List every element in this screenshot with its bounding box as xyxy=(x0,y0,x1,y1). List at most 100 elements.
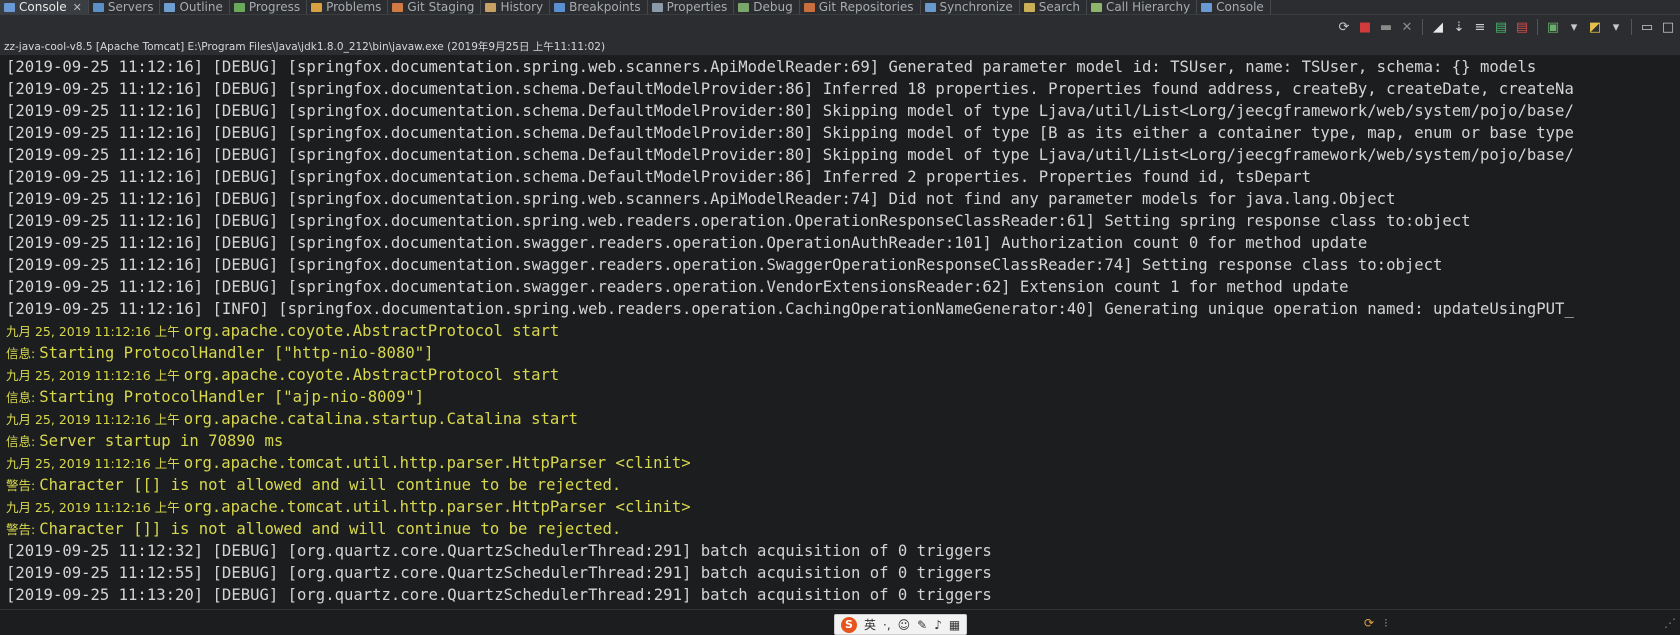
tab-progress[interactable]: Progress xyxy=(230,0,308,14)
console-line: 信息: Starting ProtocolHandler ["ajp-nio-8… xyxy=(0,386,1680,408)
console-icon xyxy=(4,2,15,12)
tab-outline[interactable]: Outline xyxy=(160,0,230,14)
tab-servers[interactable]: Servers xyxy=(89,0,161,14)
tab-label: Breakpoints xyxy=(569,0,641,14)
console-line: [2019-09-25 11:12:16] [DEBUG] [springfox… xyxy=(0,144,1680,166)
voice-icon[interactable]: ♪ xyxy=(934,618,942,632)
call-hierarchy-icon xyxy=(1090,2,1102,12)
open-console-menu-icon[interactable]: ▾ xyxy=(1608,19,1624,35)
console-line-prefix: 警告: xyxy=(6,478,40,493)
show-on-error-icon[interactable]: ▤ xyxy=(1514,19,1530,35)
show-on-output-icon[interactable]: ▤ xyxy=(1493,19,1509,35)
tab-call-hierarchy[interactable]: Call Hierarchy xyxy=(1087,0,1198,14)
tab-label: Progress xyxy=(248,0,301,14)
console-line: [2019-09-25 11:12:32] [DEBUG] [org.quart… xyxy=(0,540,1680,562)
tab-label: Search xyxy=(1038,0,1080,14)
tab-problems[interactable]: Problems xyxy=(307,0,389,14)
console-line-prefix: 九月 25, 2019 11:12:16 上午 xyxy=(6,500,184,515)
tab-console[interactable]: Console ✕ xyxy=(0,0,89,14)
scroll-lock-icon[interactable]: ⇣ xyxy=(1451,19,1467,35)
console-line-prefix: 信息: xyxy=(6,434,40,449)
console-line: [2019-09-25 11:12:16] [DEBUG] [springfox… xyxy=(0,210,1680,232)
tab-synchronize[interactable]: Synchronize xyxy=(921,0,1020,14)
console-line-text: org.apache.tomcat.util.http.parser.HttpP… xyxy=(183,454,691,472)
console-line-text: Starting ProtocolHandler ["ajp-nio-8009"… xyxy=(39,388,425,406)
console-line-text: org.apache.coyote.AbstractProtocol start xyxy=(183,322,560,340)
console-line: [2019-09-25 11:12:16] [INFO] [springfox.… xyxy=(0,298,1680,320)
tab-search[interactable]: Search xyxy=(1020,0,1087,14)
tab-label: Servers xyxy=(107,0,154,14)
toolbar-separator xyxy=(1631,19,1632,35)
servers-icon xyxy=(92,2,104,12)
resize-grip-icon[interactable]: ⋰ xyxy=(1664,616,1676,630)
remove-all-terminated-icon[interactable]: ✕ xyxy=(1399,19,1415,35)
word-wrap-icon[interactable]: ≡ xyxy=(1472,19,1488,35)
console-line-text: [2019-09-25 11:12:16] [INFO] [springfox.… xyxy=(6,300,1574,318)
toolbox-icon[interactable]: ▦ xyxy=(949,618,960,632)
view-tab-bar: Console ✕ Servers Outline Progress Problems Gi… xyxy=(0,0,1680,15)
tab-git-staging[interactable]: Git Staging xyxy=(388,0,482,14)
git-repositories-icon xyxy=(803,2,815,12)
console-line: [2019-09-25 11:12:16] [DEBUG] [springfox… xyxy=(0,254,1680,276)
console-line-text: [2019-09-25 11:12:16] [DEBUG] [springfox… xyxy=(6,278,1349,296)
console-line: 信息: Server startup in 70890 ms xyxy=(0,430,1680,452)
punctuation-icon[interactable]: ·, xyxy=(883,618,891,632)
console-line: 九月 25, 2019 11:12:16 上午 org.apache.catal… xyxy=(0,408,1680,430)
ime-mode-toggle[interactable]: 英 xyxy=(864,616,876,633)
console-line-prefix: 九月 25, 2019 11:12:16 上午 xyxy=(6,368,184,383)
remove-launch-icon[interactable]: ▬ xyxy=(1378,19,1394,35)
tab-breakpoints[interactable]: Breakpoints xyxy=(550,0,648,14)
console-line: 九月 25, 2019 11:12:16 上午 org.apache.tomca… xyxy=(0,496,1680,518)
emoji-icon[interactable]: ☺ xyxy=(898,618,911,632)
console-line-text: [2019-09-25 11:12:16] [DEBUG] [springfox… xyxy=(6,124,1574,142)
console-line: [2019-09-25 11:12:55] [DEBUG] [org.quart… xyxy=(0,562,1680,584)
tab-git-repositories[interactable]: Git Repositories xyxy=(800,0,921,14)
console-line-prefix: 九月 25, 2019 11:12:16 上午 xyxy=(6,456,184,471)
console-line-text: [2019-09-25 11:12:16] [DEBUG] [springfox… xyxy=(6,212,1471,230)
display-selected-console-icon[interactable]: ▾ xyxy=(1566,19,1582,35)
console-line-text: [2019-09-25 11:12:16] [DEBUG] [springfox… xyxy=(6,80,1574,98)
tab-history[interactable]: History xyxy=(481,0,551,14)
console-toolbar: ⟳ ■ ▬ ✕ ◢ ⇣ ≡ ▤ ▤ ▣ ▾ ◩ ▾ ▭ □ xyxy=(0,15,1680,39)
console-line-text: org.apache.coyote.AbstractProtocol start xyxy=(183,366,560,384)
console-line: [2019-09-25 11:12:16] [DEBUG] [springfox… xyxy=(0,78,1680,100)
tab-debug[interactable]: Debug xyxy=(734,0,800,14)
tab-label: Outline xyxy=(179,0,223,14)
sogou-logo-icon[interactable]: S xyxy=(841,616,857,633)
clear-console-icon[interactable]: ◢ xyxy=(1430,19,1446,35)
sync-status-icon[interactable]: ⟳ xyxy=(1364,616,1374,630)
debug-icon xyxy=(738,2,750,12)
console-line-text: [2019-09-25 11:12:32] [DEBUG] [org.quart… xyxy=(6,542,992,560)
minimize-view-icon[interactable]: ▭ xyxy=(1639,19,1655,35)
console-line: [2019-09-25 11:12:16] [DEBUG] [springfox… xyxy=(0,276,1680,298)
tab-label: Debug xyxy=(753,0,793,14)
maximize-view-icon[interactable]: □ xyxy=(1660,19,1676,35)
console-line-text: Server startup in 70890 ms xyxy=(39,432,284,450)
terminate-icon[interactable]: ■ xyxy=(1357,19,1373,35)
skin-icon[interactable]: ✎ xyxy=(917,618,927,632)
tab-label: History xyxy=(500,0,544,14)
tab-console-2[interactable]: Console xyxy=(1197,0,1271,14)
console-line-text: [2019-09-25 11:12:16] [DEBUG] [springfox… xyxy=(6,256,1443,274)
process-label: zz-java-cool-v8.5 [Apache Tomcat] E:\Pro… xyxy=(0,39,1680,55)
refresh-icon[interactable]: ⟳ xyxy=(1336,19,1352,35)
tab-label: Problems xyxy=(326,0,382,14)
console-line: 警告: Character [[] is not allowed and wil… xyxy=(0,474,1680,496)
console-line: 九月 25, 2019 11:12:16 上午 org.apache.coyot… xyxy=(0,364,1680,386)
tab-properties[interactable]: Properties xyxy=(648,0,735,14)
properties-icon xyxy=(651,2,663,12)
console-line-text: [2019-09-25 11:12:16] [DEBUG] [springfox… xyxy=(6,168,1311,186)
console-line: [2019-09-25 11:12:16] [DEBUG] [springfox… xyxy=(0,56,1680,78)
console-line: 警告: Character []] is not allowed and wil… xyxy=(0,518,1680,540)
status-separator-icon: ⁝ xyxy=(1384,616,1388,630)
console-line-prefix: 信息: xyxy=(6,346,40,361)
console-line-prefix: 九月 25, 2019 11:12:16 上午 xyxy=(6,412,184,427)
console-line: [2019-09-25 11:13:20] [DEBUG] [org.quart… xyxy=(0,584,1680,606)
close-icon[interactable]: ✕ xyxy=(73,1,82,14)
console-output[interactable]: [2019-09-25 11:12:16] [DEBUG] [springfox… xyxy=(0,56,1680,609)
open-console-icon[interactable]: ◩ xyxy=(1587,19,1603,35)
git-staging-icon xyxy=(392,2,404,12)
pin-console-icon[interactable]: ▣ xyxy=(1545,19,1561,35)
console-line-text: [2019-09-25 11:13:20] [DEBUG] [org.quart… xyxy=(6,586,992,604)
console-line-prefix: 信息: xyxy=(6,390,40,405)
